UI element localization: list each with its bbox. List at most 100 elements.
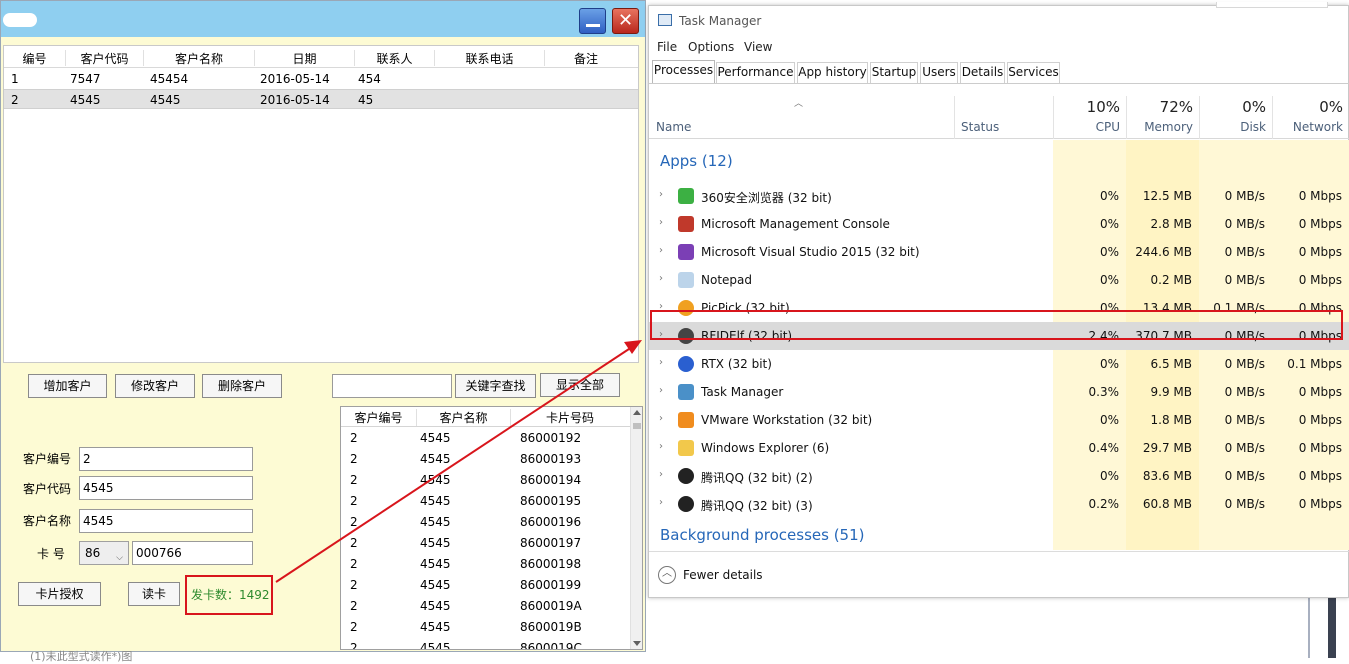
col-header-customer-id[interactable]: 客户编号 (341, 409, 417, 426)
tab-performance[interactable]: Performance (716, 62, 795, 83)
col-header-cpu[interactable]: 10% CPU (1053, 96, 1126, 139)
process-net: 0 Mbps (1298, 413, 1342, 427)
process-row[interactable]: › 腾讯QQ (32 bit) (2) 0% 83.6 MB 0 MB/s 0 Mbps (649, 462, 1349, 490)
menu-view[interactable]: View (744, 40, 772, 54)
tab-services[interactable]: Services (1007, 62, 1060, 83)
vmware-icon (678, 412, 694, 428)
chevron-right-icon[interactable]: › (659, 273, 663, 284)
chevron-right-icon[interactable]: › (659, 441, 663, 452)
table-row[interactable]: 2 4545 86000199 (341, 575, 631, 596)
col-header-name[interactable]: 客户名称 (144, 50, 255, 66)
card-authorize-button[interactable]: 卡片授权 (18, 582, 101, 606)
cell-contact: 45 (358, 93, 374, 107)
delete-customer-button[interactable]: 删除客户 (202, 374, 282, 398)
process-row[interactable]: › Task Manager 0.3% 9.9 MB 0 MB/s 0 Mbps (649, 378, 1349, 406)
process-row[interactable]: › Windows Explorer (6) 0.4% 29.7 MB 0 MB/s 0 … (649, 434, 1349, 462)
col-header-date[interactable]: 日期 (255, 50, 355, 66)
table-row[interactable]: 2 4545 86000193 (341, 449, 631, 470)
col-header-id[interactable]: 编号 (4, 50, 66, 66)
card-number-field[interactable]: 000766 (132, 541, 253, 565)
col-header-phone[interactable]: 联系电话 (435, 50, 545, 66)
tab-divider (649, 83, 1349, 84)
chevron-right-icon[interactable]: › (659, 189, 663, 200)
table-row[interactable]: 2 4545 86000196 (341, 512, 631, 533)
process-row[interactable]: › Microsoft Visual Studio 2015 (32 bit) 0%… (649, 238, 1349, 266)
tab-startup[interactable]: Startup (870, 62, 918, 83)
process-row[interactable]: › 腾讯QQ (32 bit) (3) 0.2% 60.8 MB 0 MB/s 0 Mbp… (649, 490, 1349, 518)
scroll-down-icon[interactable] (633, 641, 641, 646)
chevron-up-icon[interactable]: ︿ (658, 566, 676, 584)
process-disk: 0 MB/s (1224, 189, 1265, 203)
process-row[interactable]: › 360安全浏览器 (32 bit) 0% 12.5 MB 0 MB/s 0 Mbps (649, 182, 1349, 210)
card-prefix-select[interactable]: 86 ⌵ (79, 541, 129, 565)
customer-table[interactable]: 编号 客户代码 客户名称 日期 联系人 联系电话 备注 1 7547 45454… (3, 45, 639, 363)
col-header-network[interactable]: 0% Network (1272, 96, 1349, 139)
add-customer-button[interactable]: 增加客户 (28, 374, 107, 398)
minimize-button[interactable] (579, 8, 606, 34)
table-row[interactable]: 2 4545 86000198 (341, 554, 631, 575)
cell-id: 2 (11, 93, 19, 107)
col-header-contact[interactable]: 联系人 (355, 50, 435, 66)
cpu-label: CPU (1095, 120, 1120, 134)
apps-section-header[interactable]: Apps (12) (660, 152, 733, 170)
process-net: 0 Mbps (1298, 189, 1342, 203)
background-section-header[interactable]: Background processes (51) (660, 526, 865, 544)
table-row[interactable]: 2 4545 8600019A (341, 596, 631, 617)
disk-label: Disk (1240, 120, 1266, 134)
chevron-right-icon[interactable]: › (659, 497, 663, 508)
tab-processes[interactable]: Processes (652, 60, 715, 83)
scroll-up-icon[interactable] (633, 410, 641, 415)
table-row[interactable]: 2 4545 86000192 (341, 428, 631, 449)
process-cpu: 0% (1099, 357, 1119, 371)
process-disk: 0 MB/s (1224, 273, 1265, 287)
process-row[interactable]: › RTX (32 bit) 0% 6.5 MB 0 MB/s 0.1 Mbps (649, 350, 1349, 378)
edit-customer-button[interactable]: 修改客户 (115, 374, 195, 398)
tab-app-history[interactable]: App history (797, 62, 868, 83)
table-row-selected[interactable]: 2 4545 4545 2016-05-14 45 (4, 89, 638, 109)
cell-card: 86000192 (520, 431, 582, 445)
tab-users[interactable]: Users (920, 62, 958, 83)
process-row[interactable]: › Notepad 0% 0.2 MB 0 MB/s 0 Mbps (649, 266, 1349, 294)
read-card-button[interactable]: 读卡 (128, 582, 180, 606)
chevron-right-icon[interactable]: › (659, 217, 663, 228)
col-header-note[interactable]: 备注 (545, 50, 627, 66)
chevron-right-icon[interactable]: › (659, 413, 663, 424)
keyword-search-input[interactable] (332, 374, 452, 398)
table-row[interactable]: 2 4545 86000195 (341, 491, 631, 512)
tab-details[interactable]: Details (960, 62, 1005, 83)
cell-name: 4545 (420, 515, 451, 529)
customer-name-field[interactable]: 4545 (79, 509, 253, 533)
menu-options[interactable]: Options (688, 40, 734, 54)
col-header-disk[interactable]: 0% Disk (1199, 96, 1272, 139)
table-row[interactable]: 2 4545 8600019B (341, 617, 631, 638)
cell-name: 4545 (420, 620, 451, 634)
chevron-right-icon[interactable]: › (659, 469, 663, 480)
chevron-right-icon[interactable]: › (659, 357, 663, 368)
customer-code-field[interactable]: 4545 (79, 476, 253, 500)
col-header-code[interactable]: 客户代码 (66, 50, 144, 66)
col-header-name[interactable]: Name (656, 120, 691, 134)
process-row[interactable]: › Microsoft Management Console 0% 2.8 MB 0 M… (649, 210, 1349, 238)
col-header-card-number[interactable]: 卡片号码 (511, 409, 629, 426)
scroll-thumb[interactable] (633, 423, 641, 429)
table-row[interactable]: 2 4545 86000197 (341, 533, 631, 554)
keyword-search-button[interactable]: 关键字查找 (455, 374, 536, 398)
chevron-right-icon[interactable]: › (659, 385, 663, 396)
card-prefix-value: 86 (85, 546, 101, 560)
process-list: Apps (12) › 360安全浏览器 (32 bit) 0% 12.5 MB 0 M… (649, 140, 1349, 550)
process-row[interactable]: › VMware Workstation (32 bit) 0% 1.8 MB 0 MB… (649, 406, 1349, 434)
process-mem: 83.6 MB (1142, 469, 1192, 483)
show-all-button[interactable]: 显示全部 (540, 373, 620, 397)
col-header-memory[interactable]: 72% Memory (1126, 96, 1199, 139)
chevron-right-icon[interactable]: › (659, 245, 663, 256)
close-button[interactable]: ✕ (612, 8, 639, 34)
card-table[interactable]: 客户编号 客户名称 卡片号码 2 4545 86000192 2 4545 8600019… (340, 406, 643, 650)
table-row[interactable]: 1 7547 45454 2016-05-14 454 (4, 69, 638, 89)
col-header-customer-name[interactable]: 客户名称 (417, 409, 511, 426)
table-row[interactable]: 2 4545 86000194 (341, 470, 631, 491)
fewer-details-link[interactable]: Fewer details (683, 568, 763, 582)
vertical-scrollbar[interactable] (630, 407, 642, 649)
customer-id-field[interactable]: 2 (79, 447, 253, 471)
menu-file[interactable]: File (657, 40, 677, 54)
customer-name-label: 客户名称 (23, 514, 72, 528)
